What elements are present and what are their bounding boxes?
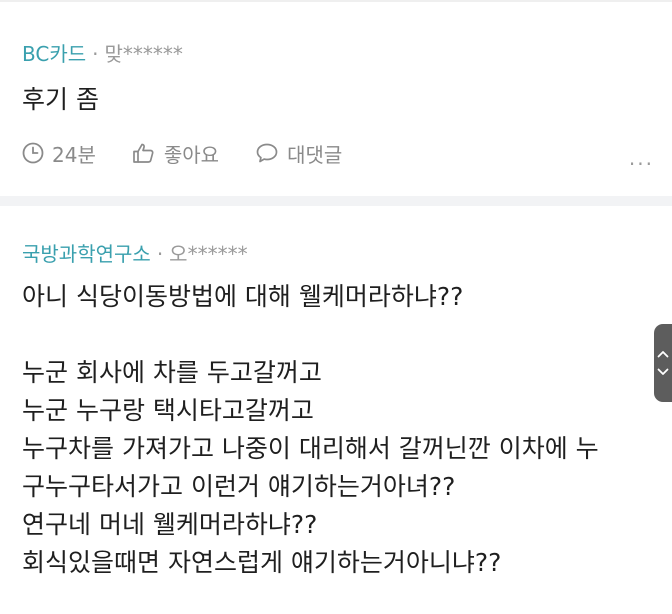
meta-separator: ·	[92, 42, 99, 66]
comment-line: 누군 회사에 차를 두고갈꺼고	[22, 358, 322, 387]
scroll-handle[interactable]	[654, 324, 672, 402]
thumbs-up-icon	[133, 143, 154, 163]
comment-line	[22, 316, 599, 354]
like-button[interactable]: 좋아요	[132, 139, 219, 168]
author-nickname: 맞******	[104, 42, 183, 66]
timestamp: 24분	[22, 139, 96, 168]
comment-line: 회식있을때면 자연스럽게 얘기하는거아니냐??	[22, 548, 502, 577]
company-name[interactable]: 국방과학연구소	[22, 242, 151, 266]
time-label: 24분	[52, 142, 96, 167]
comment-actions: 24분 좋아요 대댓글	[22, 138, 378, 168]
speech-bubble-icon	[256, 143, 278, 163]
like-label: 좋아요	[163, 142, 220, 167]
company-name[interactable]: BC카드	[22, 42, 86, 66]
comment-line: 누군 누구랑 택시타고갈꺼고	[22, 396, 314, 425]
comment-line: 구누구타서가고 이런거 얘기하는거아녀??	[22, 472, 456, 501]
chevron-down-icon	[657, 368, 669, 375]
clock-icon	[22, 142, 44, 164]
comment-meta: 국방과학연구소 · 오******	[22, 238, 248, 267]
comment-divider	[0, 196, 672, 206]
comment-item: 국방과학연구소 · 오****** 아니 식당이동방법에 대해 웰케머라하냐?? 누…	[0, 206, 672, 614]
comment-meta: BC카드 · 맞******	[22, 38, 183, 67]
reply-button[interactable]: 대댓글	[255, 139, 342, 168]
meta-separator: ·	[156, 242, 164, 266]
comment-body: 아니 식당이동방법에 대해 웰케머라하냐?? 누군 회사에 차를 두고갈꺼고 누…	[22, 278, 599, 582]
author-nickname: 오******	[169, 242, 248, 266]
reply-label: 대댓글	[287, 142, 343, 167]
comment-line: 누구차를 가져가고 나중이 대리해서 갈꺼닌깐 이차에 누	[22, 434, 599, 463]
comment-body: 후기 좀	[22, 85, 99, 114]
chevron-up-icon	[657, 351, 669, 358]
comment-line: 연구네 머네 웰케머라하냐??	[22, 510, 318, 539]
comment-line: 아니 식당이동방법에 대해 웰케머라하냐??	[22, 282, 464, 311]
comment-item: BC카드 · 맞****** 후기 좀 24분 좋아요 대댓글 ...	[0, 0, 672, 196]
more-options-button[interactable]: ...	[629, 146, 654, 170]
